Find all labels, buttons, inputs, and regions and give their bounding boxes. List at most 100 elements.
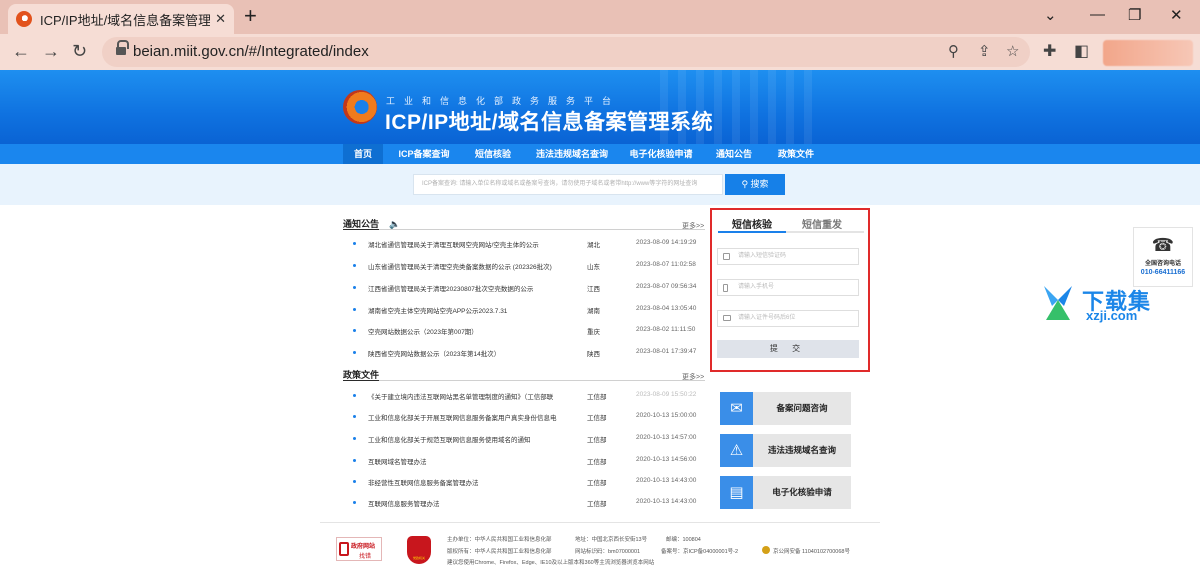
notice-title[interactable]: 江西省通信管理局关于清理20230807批次空壳数据的公示 (368, 283, 583, 293)
policy-issuer: 工信部 (587, 501, 607, 508)
nav-item-home[interactable]: 首页 (343, 144, 383, 164)
nav-item-illegal-domain[interactable]: 违法违规域名查询 (530, 144, 614, 164)
policy-row[interactable]: 互联网信息服务管理办法 工信部 2020-10-13 14:43:00 (350, 498, 705, 512)
policy-date: 2020-10-13 14:43:00 (636, 477, 697, 484)
site-title: ICP/IP地址/域名信息备案管理系统 (385, 111, 714, 134)
policy-title[interactable]: 互联网域名管理办法 (368, 456, 583, 466)
service-consult-label: 备案问题咨询 (776, 403, 828, 413)
gov-badge-icon (339, 542, 349, 556)
share-icon[interactable]: ⇪ (978, 42, 991, 60)
new-tab-button[interactable]: + (244, 4, 257, 28)
policy-date: 2020-10-13 14:57:00 (636, 434, 697, 441)
nav-item-notices[interactable]: 通知公告 (708, 144, 760, 164)
notice-row[interactable]: 湖北省通信管理局关于清理互联网空壳网站/空壳主体的公示 湖北 2023-08-09 … (350, 239, 705, 253)
footer-police-link[interactable]: 京公网安备 11040102700068号 (773, 547, 850, 555)
forward-arrow-icon[interactable]: → (42, 41, 60, 62)
tab-sms-verify[interactable]: 短信核验 (732, 216, 772, 231)
policy-title[interactable]: 工业和信息化部关于开展互联网信息服务备案用户真实身份信息电 (368, 412, 583, 422)
notice-title[interactable]: 湖南省空壳主体空壳网站空壳APP公示2023.7.31 (368, 305, 583, 315)
notice-date: 2023-08-02 11:11:50 (636, 326, 696, 333)
close-tab-icon[interactable]: ✕ (215, 11, 226, 27)
nav-item-policies[interactable]: 政策文件 (770, 144, 822, 164)
notice-row[interactable]: 湖南省空壳主体空壳网站空壳APP公示2023.7.31 湖南 2023-08-04 … (350, 305, 705, 319)
hotline-widget[interactable]: ☎ 全国咨询电话 010-66411166 (1133, 227, 1193, 287)
minimize-button[interactable]: — (1090, 6, 1105, 23)
policies-more-link[interactable]: 更多>> (682, 372, 704, 382)
notice-title[interactable]: 山东省通信管理局关于清理空壳类备案数据的公示 (202326批次) (368, 261, 583, 271)
tab-search-icon[interactable]: ⌄ (1044, 6, 1057, 24)
gov-website-badge[interactable]: 政府网站 找错 (336, 537, 382, 561)
notice-region: 江西 (587, 286, 600, 293)
reload-icon[interactable]: ↻ (72, 41, 87, 62)
notice-row[interactable]: 空壳网站数据公示（2023年第007期） 重庆 2023-08-02 11:11:5… (350, 326, 705, 340)
search-band: ICP备案查询: 请输入单位名称或域名或备案号查询，请勿使用子域名或者带http… (0, 164, 1200, 205)
notice-title[interactable]: 陕西省空壳网站数据公示（2023年第14批次） (368, 348, 583, 358)
service-card-e-verify[interactable]: ▤ 电子化核验申请 (720, 476, 851, 509)
notice-title[interactable]: 空壳网站数据公示（2023年第007期） (368, 326, 583, 336)
nav-item-icp-query[interactable]: ICP备案查询 (392, 144, 456, 164)
notice-date: 2023-08-04 13:05:40 (636, 305, 697, 312)
policy-issuer: 工信部 (587, 459, 607, 466)
policy-title[interactable]: 互联网信息服务管理办法 (368, 498, 583, 508)
policy-row[interactable]: 工业和信息化部关于开展互联网信息服务备案用户真实身份信息电 工信部 2020-10-… (350, 412, 705, 426)
bullet-icon (353, 415, 356, 418)
lock-icon[interactable] (116, 40, 129, 57)
watermark-url: xzji.com (1086, 308, 1138, 323)
notices-more-link[interactable]: 更多>> (682, 221, 704, 231)
url-input[interactable]: beian.miit.gov.cn/#/Integrated/index ⚲ ⇪… (102, 37, 1030, 67)
consult-icon: ✉ (720, 392, 753, 425)
sms-code-field[interactable]: 请输入短信验证码 (717, 248, 859, 265)
sms-tab-active-indicator (718, 231, 786, 233)
policy-title[interactable]: 工业和信息化部关于规范互联网信息服务使用域名的通知 (368, 434, 583, 444)
policy-title[interactable]: 非经营性互联网信息服务备案管理办法 (368, 477, 583, 487)
back-arrow-icon[interactable]: ← (12, 41, 30, 62)
policy-date: 2020-10-13 14:43:00 (636, 498, 697, 505)
party-gov-seal-icon[interactable]: 党政机关 (407, 536, 431, 564)
id-number-field[interactable]: 请输入证件号码后6位 (717, 310, 859, 327)
tab-sms-resend[interactable]: 短信重发 (802, 216, 842, 231)
site-banner: 工业和信息化部政务服务平台 ICP/IP地址/域名信息备案管理系统 (0, 70, 1200, 144)
notice-row[interactable]: 山东省通信管理局关于清理空壳类备案数据的公示 (202326批次) 山东 2023-… (350, 261, 705, 275)
policy-title[interactable]: 《关于建立境内违法互联网站黑名单管理制度的通知》（工信部联 (368, 391, 583, 401)
policy-row[interactable]: 《关于建立境内违法互联网站黑名单管理制度的通知》（工信部联 工信部 2023-08-… (350, 391, 705, 405)
close-window-button[interactable]: ✕ (1170, 6, 1183, 24)
policy-row[interactable]: 互联网域名管理办法 工信部 2020-10-13 14:56:00 (350, 456, 705, 470)
phone-field[interactable]: 请输入手机号 (717, 279, 859, 296)
bullet-icon (353, 351, 356, 354)
message-icon (723, 253, 730, 260)
search-button[interactable]: ⚲ 搜索 (725, 174, 785, 195)
service-e-verify-label: 电子化核验申请 (772, 487, 832, 497)
submit-button[interactable]: 提 交 (717, 340, 859, 358)
sms-code-placeholder: 请输入短信验证码 (738, 253, 787, 259)
service-card-illegal-domain[interactable]: ⚠ 违法违规域名查询 (720, 434, 851, 467)
notice-region: 山东 (587, 264, 600, 271)
nav-item-sms-verify[interactable]: 短信核验 (466, 144, 520, 164)
notice-row[interactable]: 江西省通信管理局关于清理20230807批次空壳数据的公示 江西 2023-08-0… (350, 283, 705, 297)
zoom-icon[interactable]: ⚲ (948, 42, 959, 60)
nav-item-e-verify[interactable]: 电子化核验申请 (624, 144, 698, 164)
policy-row[interactable]: 非经营性互联网信息服务备案管理办法 工信部 2020-10-13 14:43:00 (350, 477, 705, 491)
footer-icp-link[interactable]: 备案号：京ICP备04000001号-2 (661, 547, 738, 555)
site-logo-icon (343, 90, 377, 124)
bookmark-star-icon[interactable]: ☆ (1006, 42, 1019, 60)
policies-heading-underline (343, 380, 379, 381)
footer-sponsor: 主办单位：中华人民共和国工业和信息化部 (447, 537, 552, 543)
warning-icon: ⚠ (720, 434, 753, 467)
notice-date: 2023-08-07 09:56:34 (636, 283, 697, 290)
notice-row[interactable]: 陕西省空壳网站数据公示（2023年第14批次） 陕西 2023-08-01 17:3… (350, 348, 705, 362)
extensions-icon[interactable]: ✚ (1043, 41, 1056, 61)
search-icon: ⚲ (741, 179, 751, 189)
icp-search-input[interactable]: ICP备案查询: 请输入单位名称或域名或备案号查询，请勿使用子域名或者带http… (413, 174, 723, 195)
maximize-button[interactable]: ❐ (1128, 6, 1141, 24)
policy-row[interactable]: 工业和信息化部关于规范互联网信息服务使用域名的通知 工信部 2020-10-13 1… (350, 434, 705, 448)
police-badge-icon (762, 546, 770, 554)
notice-date: 2023-08-07 11:02:58 (636, 261, 696, 268)
policy-issuer: 工信部 (587, 415, 607, 422)
side-panel-icon[interactable]: ◧ (1074, 41, 1089, 61)
profile-avatar[interactable] (1103, 40, 1193, 66)
site-favicon-icon (16, 11, 32, 27)
notice-title[interactable]: 湖北省通信管理局关于清理互联网空壳网站/空壳主体的公示 (368, 239, 583, 249)
bullet-icon (353, 308, 356, 311)
browser-tab[interactable]: ICP/IP地址/域名信息备案管理系统 ✕ (8, 4, 234, 34)
service-card-consult[interactable]: ✉ 备案问题咨询 (720, 392, 851, 425)
